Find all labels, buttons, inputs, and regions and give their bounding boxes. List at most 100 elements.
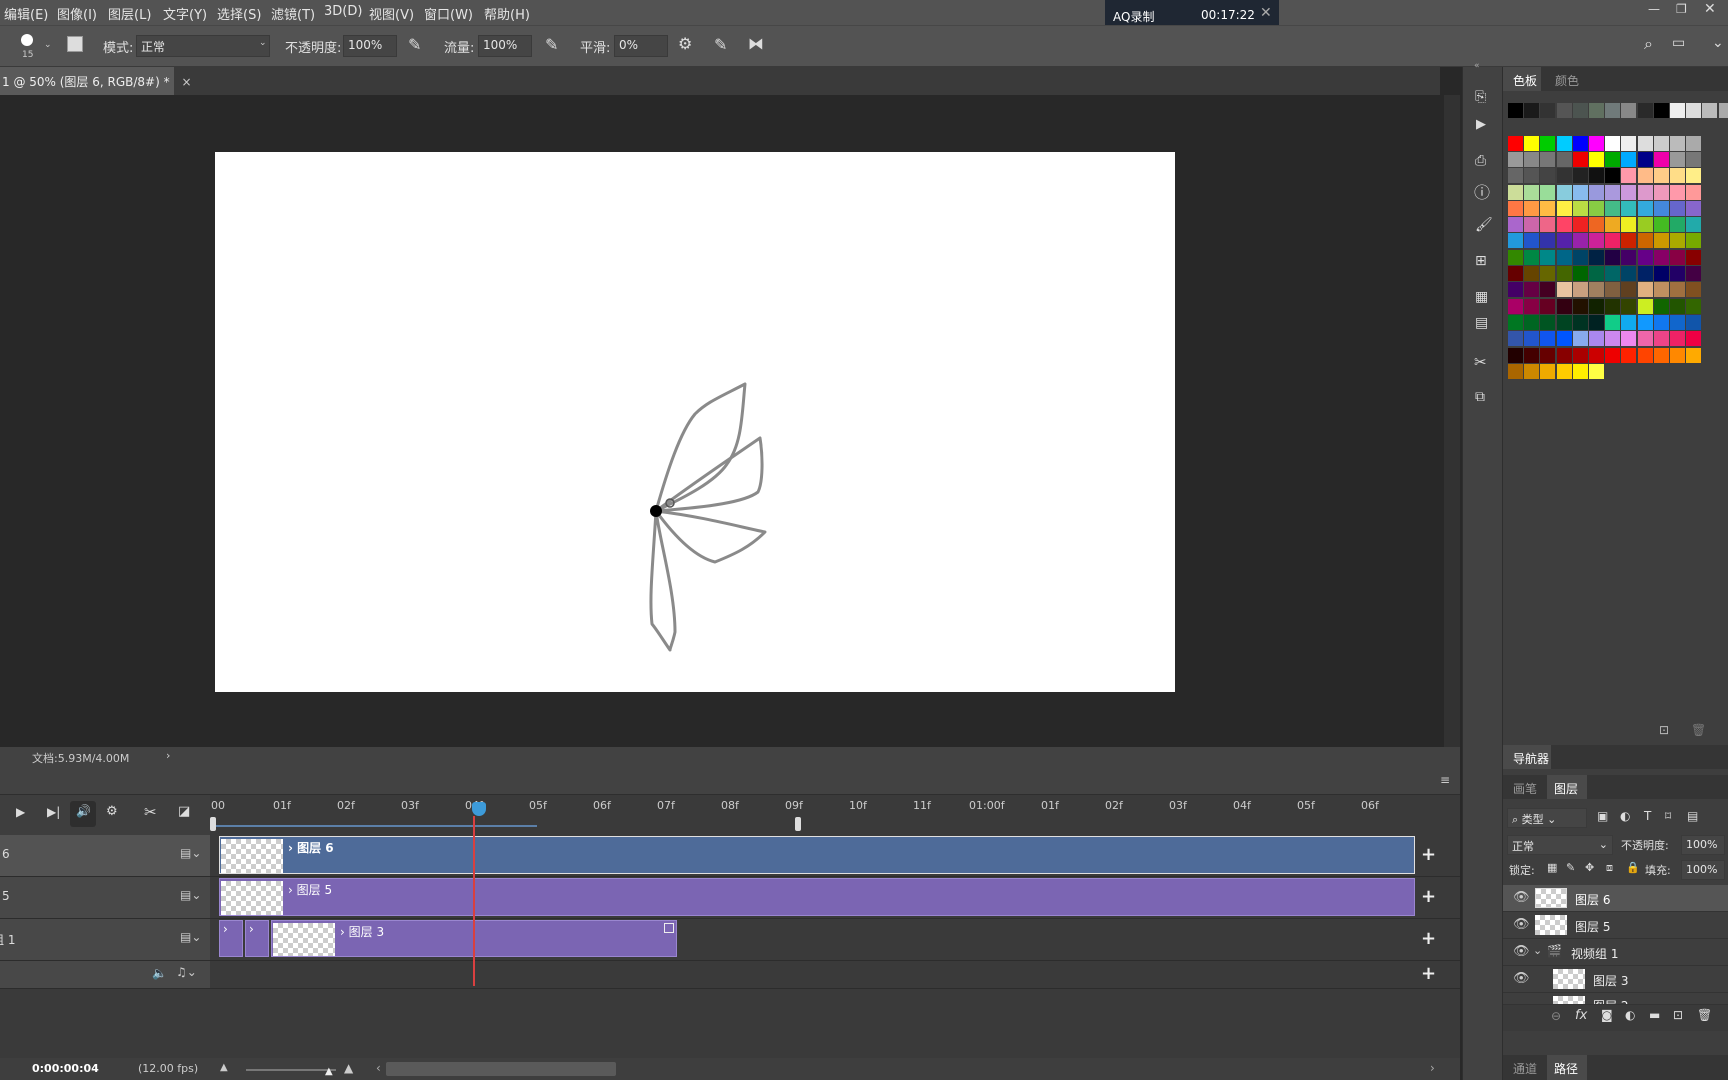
notes-icon[interactable]: ▤ — [1475, 315, 1488, 331]
color-swatch[interactable] — [1605, 249, 1621, 265]
filter-type-icon[interactable]: T — [1644, 809, 1651, 823]
menu-3d[interactable]: 3D(D) — [324, 4, 362, 19]
search-icon[interactable]: ⌕ — [1644, 34, 1653, 54]
color-swatch[interactable] — [1540, 314, 1556, 330]
flow-input[interactable]: 100% — [478, 35, 532, 57]
color-swatch[interactable] — [1524, 103, 1540, 118]
tab-paths[interactable]: 路径 — [1554, 1060, 1578, 1077]
color-swatch[interactable] — [1637, 217, 1653, 233]
color-swatch[interactable] — [1556, 233, 1572, 249]
glyphs-icon[interactable]: ⧉ — [1475, 389, 1485, 405]
chevron-down-icon[interactable]: ⌄ — [1533, 944, 1542, 957]
color-swatch[interactable] — [1589, 151, 1604, 167]
clip-layer-5[interactable]: › 图层 5 — [219, 878, 1415, 916]
trash-icon[interactable]: 🗑 — [1697, 1008, 1712, 1022]
color-swatch[interactable] — [1556, 282, 1572, 298]
color-swatch[interactable] — [1670, 266, 1685, 281]
color-swatch[interactable] — [1621, 103, 1637, 118]
color-swatch[interactable] — [1653, 217, 1669, 233]
blend-mode-select[interactable]: 正常 ⌄ — [1507, 835, 1613, 855]
color-swatch[interactable] — [1718, 103, 1728, 118]
menu-window[interactable]: 窗口(W) — [424, 4, 473, 23]
gear-icon[interactable]: ⚙ — [678, 34, 692, 53]
color-swatch[interactable] — [1621, 168, 1637, 184]
document-tab[interactable]: 1 @ 50% (图层 6, RGB/8#) * × — [0, 67, 192, 95]
color-swatch[interactable] — [1572, 233, 1588, 249]
zoom-slider-track[interactable] — [246, 1069, 336, 1071]
color-swatch[interactable] — [1637, 282, 1653, 298]
color-swatch[interactable] — [1556, 331, 1572, 347]
color-swatch[interactable] — [1589, 184, 1604, 200]
color-swatch[interactable] — [1605, 184, 1621, 200]
color-swatch[interactable] — [1524, 331, 1540, 347]
color-swatch[interactable] — [1508, 184, 1523, 200]
color-swatch[interactable] — [1556, 249, 1572, 265]
menu-image[interactable]: 图像(I) — [57, 4, 97, 23]
symmetry-icon[interactable]: ⧓ — [748, 34, 764, 53]
layer-group-row[interactable]: 👁 ⌄ 🎬 视频组 1 — [1503, 939, 1728, 966]
color-swatch[interactable] — [1589, 200, 1604, 216]
add-audio-button[interactable]: + — [1421, 963, 1436, 984]
color-swatch[interactable] — [1556, 363, 1572, 379]
menu-help[interactable]: 帮助(H) — [484, 4, 530, 23]
color-swatch[interactable] — [1702, 103, 1718, 118]
color-swatch[interactable] — [1572, 103, 1588, 118]
color-swatch[interactable] — [1686, 135, 1702, 151]
color-swatch[interactable] — [1540, 331, 1556, 347]
airbrush-icon[interactable]: ✎ — [545, 35, 558, 54]
color-swatch[interactable] — [1621, 233, 1637, 249]
color-swatch[interactable] — [1686, 103, 1702, 118]
audio-icon[interactable]: 🔈 — [152, 966, 167, 980]
color-swatch[interactable] — [1540, 217, 1556, 233]
color-swatch[interactable] — [1508, 266, 1523, 281]
color-swatch[interactable] — [1637, 200, 1653, 216]
color-swatch[interactable] — [1556, 168, 1572, 184]
color-swatch[interactable] — [1524, 233, 1540, 249]
color-swatch[interactable] — [1524, 249, 1540, 265]
color-swatch[interactable] — [1540, 266, 1556, 281]
color-swatch[interactable] — [1605, 135, 1621, 151]
color-swatch[interactable] — [1524, 282, 1540, 298]
color-swatch[interactable] — [1589, 233, 1604, 249]
color-swatch[interactable] — [1605, 103, 1621, 118]
color-swatch[interactable] — [1508, 151, 1523, 167]
fill-input[interactable]: 100% — [1681, 860, 1725, 880]
color-swatch[interactable] — [1605, 282, 1621, 298]
color-swatch[interactable] — [1621, 298, 1637, 314]
scroll-right-icon[interactable]: › — [1430, 1061, 1435, 1075]
pressure-size-icon[interactable]: ✎ — [714, 35, 727, 54]
color-swatch[interactable] — [1637, 233, 1653, 249]
color-swatch[interactable] — [1637, 135, 1653, 151]
color-swatch[interactable] — [1572, 135, 1588, 151]
pressure-opacity-icon[interactable]: ✎ — [408, 35, 421, 54]
menu-select[interactable]: 选择(S) — [217, 4, 261, 23]
color-swatch[interactable] — [1572, 282, 1588, 298]
menu-filter[interactable]: 滤镜(T) — [271, 4, 315, 23]
color-swatch[interactable] — [1524, 184, 1540, 200]
color-swatch[interactable] — [1572, 347, 1588, 363]
smooth-input[interactable]: 0% — [614, 35, 668, 57]
color-swatch[interactable] — [1670, 347, 1685, 363]
color-swatch[interactable] — [1686, 314, 1702, 330]
color-swatch[interactable] — [1621, 266, 1637, 281]
color-swatch[interactable] — [1540, 135, 1556, 151]
color-swatch[interactable] — [1670, 233, 1685, 249]
color-swatch[interactable] — [1572, 298, 1588, 314]
color-swatch[interactable] — [1653, 135, 1669, 151]
color-swatch[interactable] — [1572, 363, 1588, 379]
add-media-button[interactable]: + — [1421, 844, 1436, 865]
color-swatch[interactable] — [1556, 184, 1572, 200]
color-swatch[interactable] — [1621, 314, 1637, 330]
actions-icon[interactable]: ▶ — [1476, 117, 1486, 132]
color-swatch[interactable] — [1556, 217, 1572, 233]
color-swatch[interactable] — [1540, 151, 1556, 167]
color-swatch[interactable] — [1637, 103, 1653, 118]
color-swatch[interactable] — [1508, 233, 1523, 249]
color-swatch[interactable] — [1540, 347, 1556, 363]
lock-artboard-icon[interactable]: ⧈ — [1606, 861, 1613, 875]
color-swatch[interactable] — [1508, 135, 1523, 151]
menu-layer[interactable]: 图层(L) — [108, 4, 151, 23]
panel-menu-icon[interactable]: ≡ — [1440, 773, 1450, 787]
color-swatch[interactable] — [1524, 151, 1540, 167]
color-swatch[interactable] — [1670, 135, 1685, 151]
